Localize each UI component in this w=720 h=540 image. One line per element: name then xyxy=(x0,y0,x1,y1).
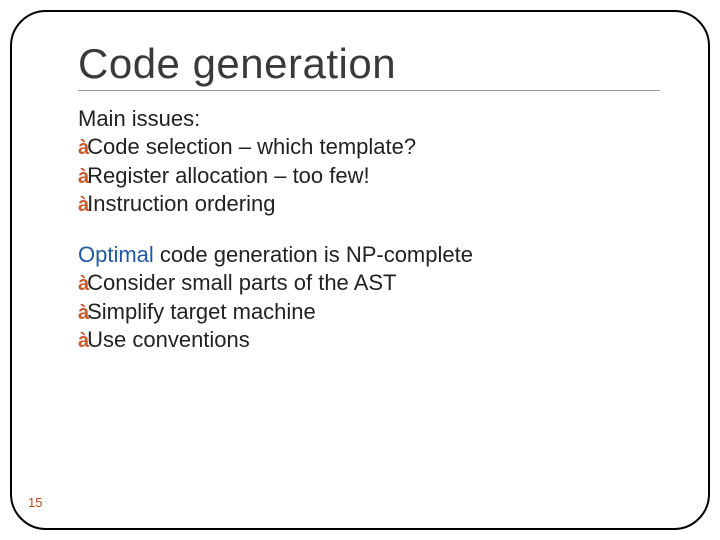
bullet-item: à Consider small parts of the AST xyxy=(78,269,660,298)
bullet-text: Use conventions xyxy=(87,326,250,354)
section2-lead: Optimal code generation is NP-complete xyxy=(78,241,660,269)
bullet-item: à Code selection – which template? xyxy=(78,133,660,162)
bullet-text: Register allocation – too few! xyxy=(87,162,370,190)
bullet-text: Instruction ordering xyxy=(87,190,275,218)
section1-lead: Main issues: xyxy=(78,105,660,133)
lead-rest: code generation is NP-complete xyxy=(154,242,473,267)
slide-title: Code generation xyxy=(78,40,660,91)
bullet-item: à Instruction ordering xyxy=(78,190,660,219)
bullet-item: à Use conventions xyxy=(78,326,660,355)
bullet-item: à Simplify target machine xyxy=(78,298,660,327)
bullet-icon: à xyxy=(78,329,85,355)
bullet-icon: à xyxy=(78,136,85,162)
bullet-text: Code selection – which template? xyxy=(87,133,416,161)
bullet-icon: à xyxy=(78,301,85,327)
slide-body: Main issues: à Code selection – which te… xyxy=(78,105,660,355)
highlight-word: Optimal xyxy=(78,242,154,267)
bullet-text: Consider small parts of the AST xyxy=(87,269,396,297)
page-number: 15 xyxy=(28,495,42,510)
bullet-icon: à xyxy=(78,193,85,219)
bullet-text: Simplify target machine xyxy=(87,298,316,326)
bullet-icon: à xyxy=(78,272,85,298)
slide-content: Code generation Main issues: à Code sele… xyxy=(78,40,660,355)
bullet-icon: à xyxy=(78,165,85,191)
bullet-item: à Register allocation – too few! xyxy=(78,162,660,191)
slide: Code generation Main issues: à Code sele… xyxy=(0,0,720,540)
